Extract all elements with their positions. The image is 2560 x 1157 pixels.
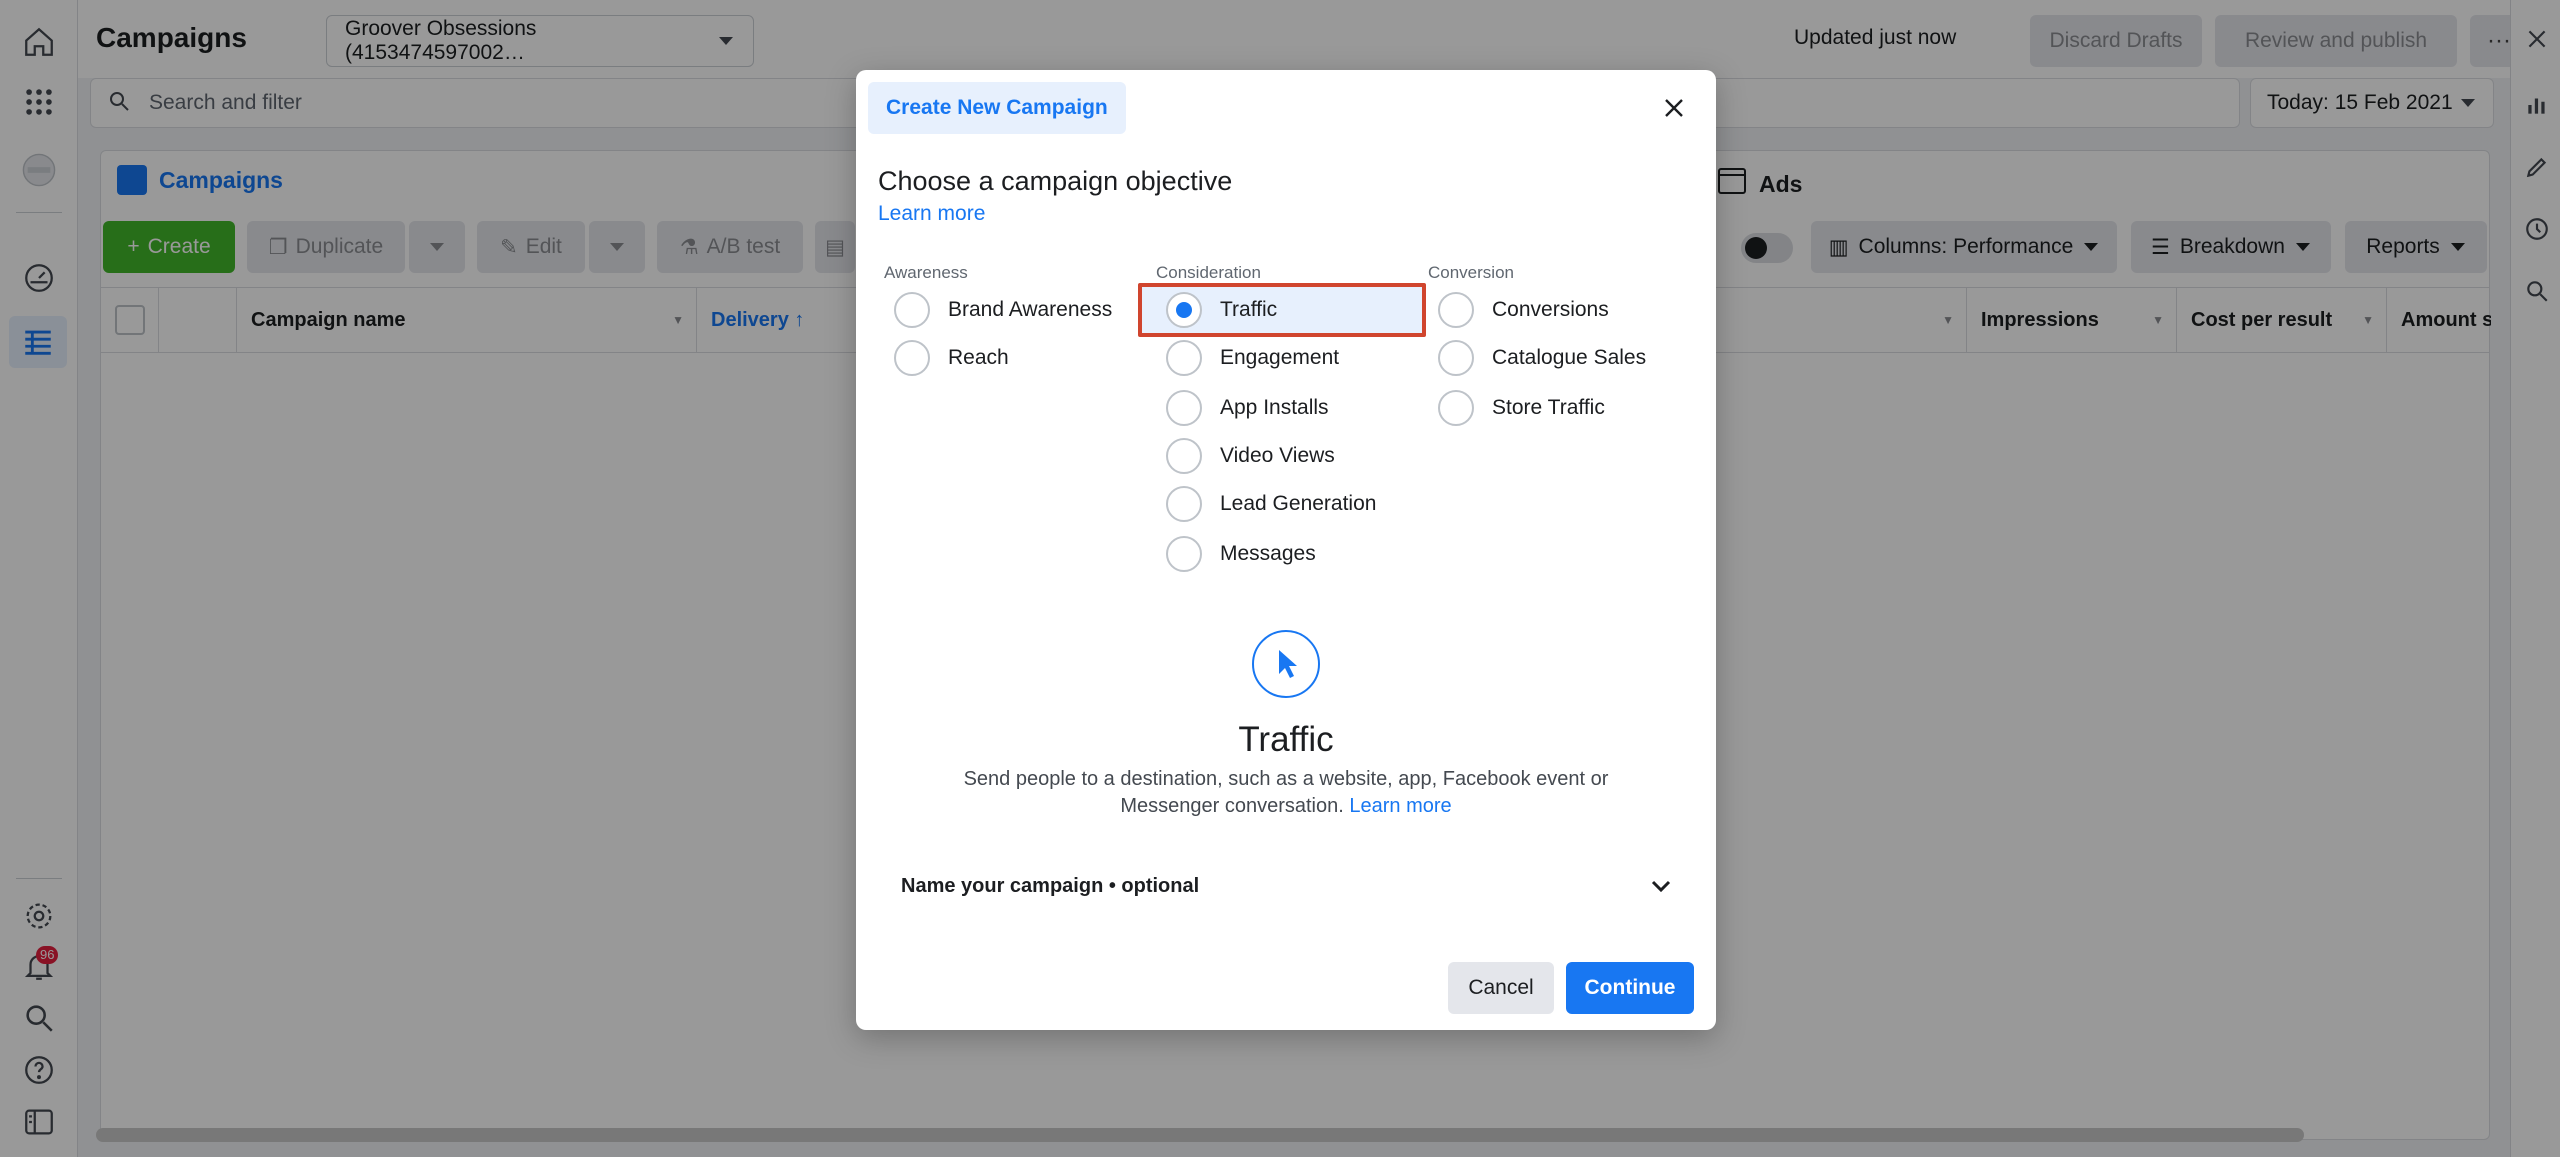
objective-label: Conversions <box>1492 298 1609 321</box>
objective-messages[interactable]: Messages <box>1166 534 1316 574</box>
name-campaign-accordion[interactable]: Name your campaign • optional <box>901 866 1671 906</box>
objective-traffic[interactable]: Traffic <box>1166 290 1277 330</box>
objective-label: Brand Awareness <box>948 298 1113 321</box>
objective-label: Lead Generation <box>1220 492 1377 515</box>
objective-engagement[interactable]: Engagement <box>1166 338 1339 378</box>
conversion-label: Conversion <box>1428 263 1514 282</box>
objective-conversions[interactable]: Conversions <box>1438 290 1609 330</box>
objective-app-installs[interactable]: App Installs <box>1166 388 1329 428</box>
close-icon[interactable] <box>1656 90 1692 126</box>
objective-description-text: Send people to a destination, such as a … <box>963 768 1609 817</box>
radio-button[interactable] <box>1166 340 1202 376</box>
dialog-tab-create-new-campaign[interactable]: Create New Campaign <box>868 82 1126 134</box>
objective-label: Engagement <box>1220 346 1340 369</box>
cancel-button[interactable]: Cancel <box>1448 962 1554 1014</box>
objective-label: Video Views <box>1220 444 1335 467</box>
objective-reach[interactable]: Reach <box>894 338 1009 378</box>
objective-video-views[interactable]: Video Views <box>1166 436 1335 476</box>
objective-label: Messages <box>1220 542 1316 565</box>
radio-button[interactable] <box>1166 536 1202 572</box>
cursor-pointer-icon <box>1252 630 1320 698</box>
objective-label: Traffic <box>1220 298 1278 321</box>
objective-label: Reach <box>948 346 1009 369</box>
radio-button[interactable] <box>1438 340 1474 376</box>
objective-brand-awareness[interactable]: Brand Awareness <box>894 290 1112 330</box>
learn-more-link[interactable]: Learn more <box>878 202 985 226</box>
radio-button[interactable] <box>1166 390 1202 426</box>
learn-more-label: Learn more <box>878 202 986 225</box>
create-campaign-dialog: Create New Campaign Choose a campaign ob… <box>856 70 1716 1030</box>
radio-button[interactable] <box>1166 438 1202 474</box>
consideration-label: Consideration <box>1156 263 1261 282</box>
radio-button[interactable] <box>894 292 930 328</box>
dialog-heading: Choose a campaign objective <box>878 166 1233 196</box>
radio-button[interactable] <box>894 340 930 376</box>
continue-button[interactable]: Continue <box>1566 962 1694 1014</box>
radio-button[interactable] <box>1438 292 1474 328</box>
objective-label: Catalogue Sales <box>1492 346 1647 369</box>
objective-store-traffic[interactable]: Store Traffic <box>1438 388 1605 428</box>
radio-button[interactable] <box>1166 486 1202 522</box>
objective-detail-title: Traffic <box>1238 720 1334 759</box>
radio-button-selected[interactable] <box>1166 292 1202 328</box>
objective-label: App Installs <box>1220 396 1329 419</box>
objective-catalogue-sales[interactable]: Catalogue Sales <box>1438 338 1646 378</box>
objective-label: Store Traffic <box>1492 396 1605 419</box>
radio-button[interactable] <box>1438 390 1474 426</box>
name-campaign-label: Name your campaign • optional <box>901 874 1200 897</box>
awareness-label: Awareness <box>884 263 968 282</box>
objective-detail-description: Send people to a destination, such as a … <box>946 766 1626 820</box>
chevron-down-icon <box>1651 875 1671 898</box>
objective-lead-generation[interactable]: Lead Generation <box>1166 484 1376 524</box>
detail-learn-more-link[interactable]: Learn more <box>1349 795 1451 817</box>
